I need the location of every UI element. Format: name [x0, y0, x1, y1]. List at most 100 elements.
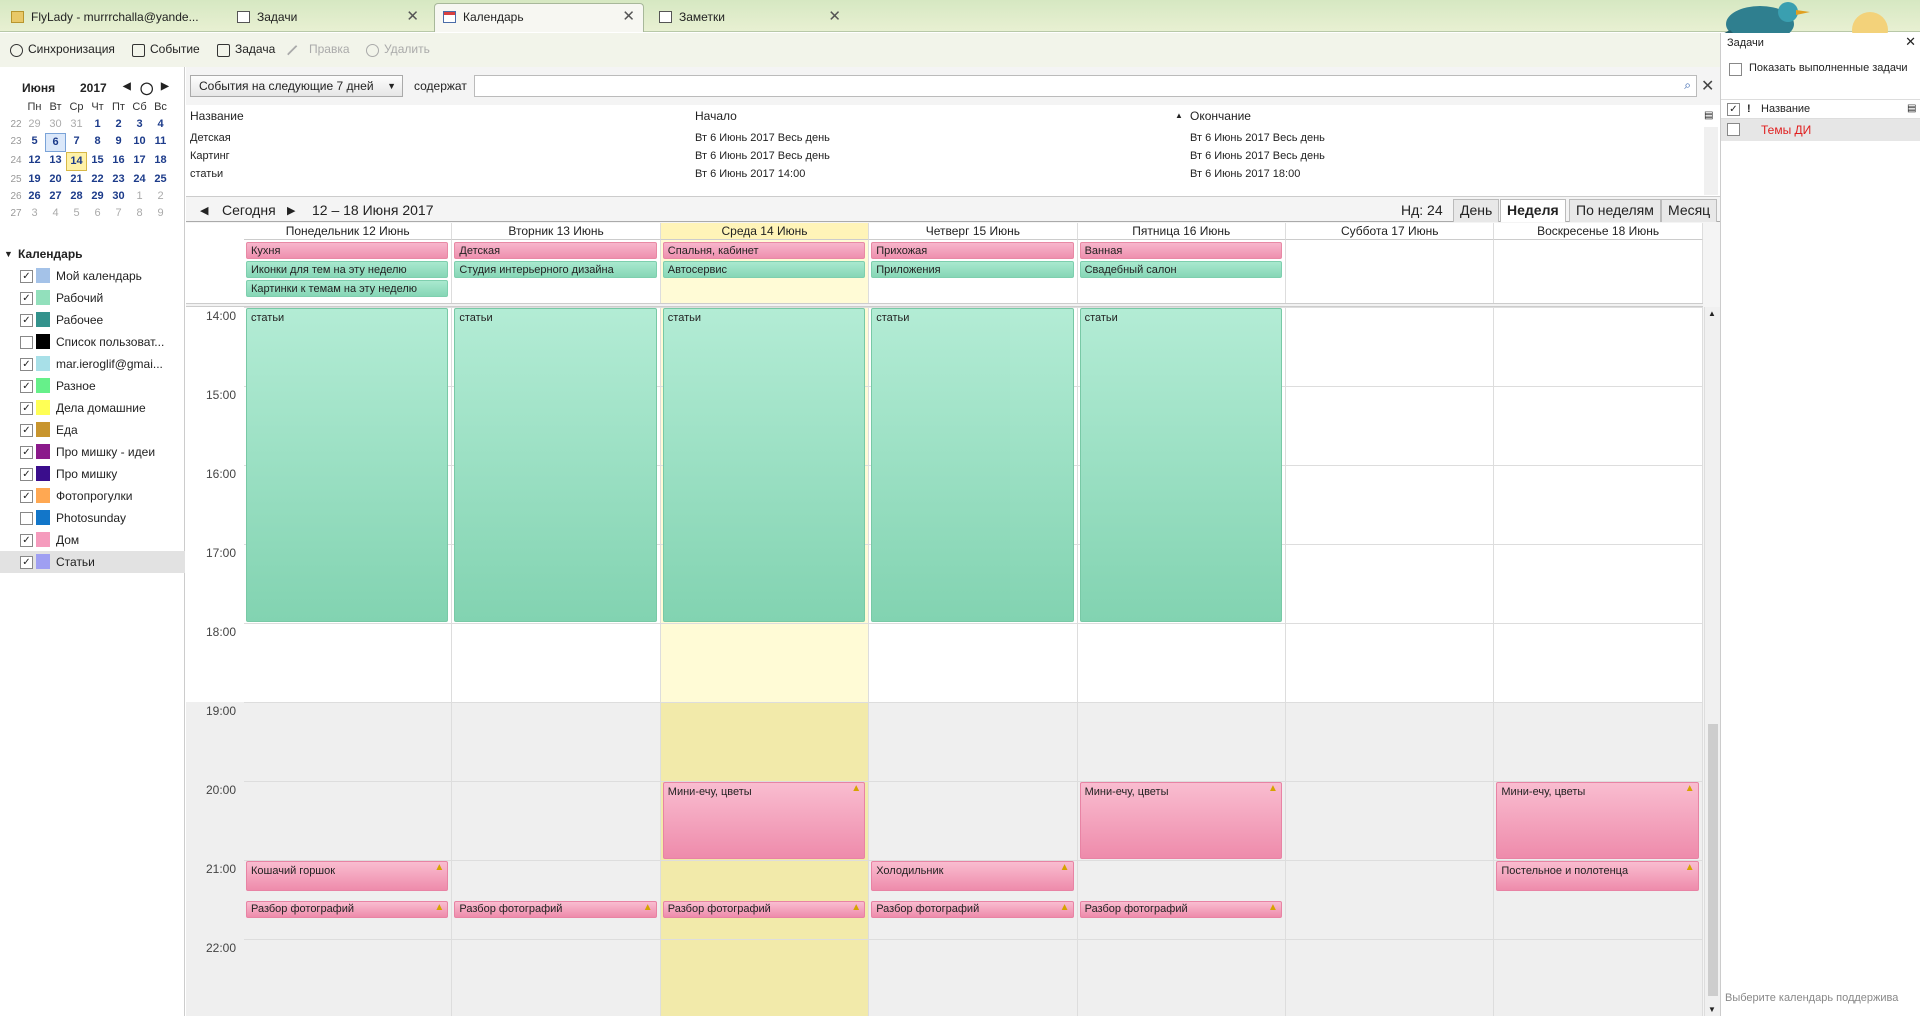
next-month-icon[interactable]: ▶	[161, 81, 169, 92]
tasks-column-name[interactable]: Название	[1761, 100, 1810, 118]
mini-day[interactable]: 13	[45, 152, 66, 171]
timed-event[interactable]: статьи	[454, 308, 657, 622]
timed-event[interactable]: Разбор фотографий ▲	[1079, 900, 1282, 919]
search-input[interactable]: ⌕	[474, 75, 1697, 97]
mini-month[interactable]: Июня	[22, 81, 55, 95]
mini-day[interactable]: 31	[66, 116, 87, 133]
mini-day[interactable]: 26	[24, 188, 45, 205]
col-header-end[interactable]: Окончание	[1190, 105, 1251, 127]
delete-button[interactable]: Удалить	[366, 42, 430, 60]
calendar-checkbox[interactable]	[20, 512, 33, 525]
mini-day[interactable]: 2	[150, 188, 171, 205]
calendar-item[interactable]: Список пользоват...	[0, 331, 185, 353]
mini-day[interactable]: 16	[108, 152, 129, 171]
mini-day[interactable]: 9	[108, 133, 129, 152]
mini-day[interactable]: 30	[108, 188, 129, 205]
day-column[interactable]	[1494, 307, 1703, 1016]
mini-day[interactable]: 29	[24, 116, 45, 133]
mini-day[interactable]: 17	[129, 152, 150, 171]
calendar-list-header[interactable]: ▼ Календарь	[0, 243, 185, 265]
close-icon[interactable]: ✕	[406, 4, 419, 30]
mini-day[interactable]: 6	[45, 133, 66, 152]
event-list-start[interactable]: Вт 6 Июнь 2017 14:00	[695, 163, 805, 185]
event-list-end[interactable]: Вт 6 Июнь 2017 18:00	[1190, 163, 1300, 185]
allday-event[interactable]: Детская	[454, 242, 657, 259]
tab-tasks[interactable]: Задачи ✕	[228, 3, 428, 32]
search-icon[interactable]: ⌕	[1684, 78, 1691, 93]
view-tab-day[interactable]: День	[1453, 199, 1500, 222]
allday-event[interactable]: Ванная	[1079, 242, 1282, 259]
calendar-item[interactable]: Photosunday	[0, 507, 185, 529]
calendar-item[interactable]: ✓ Статьи	[0, 551, 185, 573]
allday-event[interactable]: Спальня, кабинет	[662, 242, 866, 259]
mini-day[interactable]: 30	[45, 116, 66, 133]
timed-event[interactable]: Разбор фотографий ▲	[246, 900, 449, 919]
calendar-item[interactable]: ✓ Разное	[0, 375, 185, 397]
col-header-start[interactable]: Начало	[695, 105, 737, 127]
event-range-select[interactable]: События на следующие 7 дней ▼	[190, 75, 403, 97]
view-tab-week[interactable]: Неделя	[1500, 199, 1566, 222]
calendar-checkbox[interactable]: ✓	[20, 424, 33, 437]
allday-event[interactable]: Автосервис	[662, 261, 866, 278]
show-completed-checkbox[interactable]	[1729, 63, 1742, 76]
mini-day[interactable]: 7	[108, 205, 129, 222]
allday-event[interactable]: Студия интерьерного дизайна	[454, 261, 657, 278]
week-scrollbar[interactable]: ▲ ▼	[1704, 307, 1720, 1016]
mini-day[interactable]: 8	[87, 133, 108, 152]
timed-event[interactable]: Кошачий горшок ▲	[246, 861, 449, 891]
calendar-item[interactable]: ✓ Дела домашние	[0, 397, 185, 419]
timed-event[interactable]: Холодильник ▲	[871, 861, 1074, 891]
calendar-item[interactable]: ✓ Мой календарь	[0, 265, 185, 287]
mini-day[interactable]: 29	[87, 188, 108, 205]
mini-day[interactable]: 4	[45, 205, 66, 222]
timed-event[interactable]: Постельное и полотенца ▲	[1496, 861, 1699, 891]
timed-event[interactable]: Мини-ечу, цветы ▲	[1496, 782, 1699, 859]
view-tab-month[interactable]: Месяц	[1661, 199, 1718, 222]
mini-day[interactable]: 4	[150, 116, 171, 133]
task-row[interactable]: Темы ДИ	[1721, 119, 1920, 141]
allday-event[interactable]: Картинки к темам на эту неделю	[246, 280, 449, 297]
close-icon[interactable]: ✕	[1905, 34, 1916, 50]
mini-day[interactable]: 11	[150, 133, 171, 152]
timed-event[interactable]: Разбор фотографий ▲	[871, 900, 1074, 919]
mini-day[interactable]: 12	[24, 152, 45, 171]
tab-flylady[interactable]: FlyLady - murrrchalla@yande...	[2, 3, 224, 32]
column-picker-icon[interactable]: ▤	[1907, 100, 1916, 118]
mini-day[interactable]: 5	[24, 133, 45, 152]
mini-day[interactable]: 23	[108, 171, 129, 188]
completed-column-icon[interactable]: ✓	[1727, 103, 1740, 116]
close-icon[interactable]: ✕	[622, 4, 635, 30]
calendar-item[interactable]: ✓ Рабочее	[0, 309, 185, 331]
day-header[interactable]: Воскресенье 18 Июнь	[1494, 223, 1703, 240]
mini-day[interactable]: 18	[150, 152, 171, 171]
allday-event[interactable]: Прихожая	[871, 242, 1074, 259]
timed-event[interactable]: Мини-ечу, цветы ▲	[662, 782, 866, 859]
task-checkbox[interactable]	[1727, 123, 1740, 136]
mini-day[interactable]: 14	[66, 152, 87, 171]
mini-day[interactable]: 15	[87, 152, 108, 171]
mini-day[interactable]: 24	[129, 171, 150, 188]
col-header-name[interactable]: Название	[190, 105, 244, 127]
calendar-item[interactable]: ✓ Про мишку	[0, 463, 185, 485]
today-button[interactable]: Сегодня	[222, 202, 276, 218]
day-header[interactable]: Понедельник 12 Июнь	[244, 223, 453, 240]
calendar-item[interactable]: ✓ Фотопрогулки	[0, 485, 185, 507]
mini-year[interactable]: 2017	[80, 81, 107, 95]
scrollbar-thumb[interactable]	[1708, 724, 1718, 996]
event-list-scrollbar[interactable]	[1704, 127, 1718, 195]
mini-day[interactable]: 19	[24, 171, 45, 188]
day-header[interactable]: Среда 14 Июнь	[660, 223, 870, 240]
calendar-item[interactable]: ✓ Еда	[0, 419, 185, 441]
timed-event[interactable]: Разбор фотографий ▲	[454, 900, 657, 919]
mini-day[interactable]: 3	[129, 116, 150, 133]
sync-button[interactable]: Синхронизация	[10, 42, 115, 60]
priority-column-icon[interactable]: !	[1747, 100, 1751, 118]
calendar-checkbox[interactable]: ✓	[20, 292, 33, 305]
mini-day[interactable]: 6	[87, 205, 108, 222]
timed-event[interactable]: статьи	[1079, 308, 1282, 622]
calendar-item[interactable]: ✓ Рабочий	[0, 287, 185, 309]
allday-event[interactable]: Иконки для тем на эту неделю	[246, 261, 449, 278]
day-header[interactable]: Вторник 13 Июнь	[452, 223, 661, 240]
calendar-item[interactable]: ✓ Про мишку - идеи	[0, 441, 185, 463]
allday-event[interactable]: Приложения	[871, 261, 1074, 278]
